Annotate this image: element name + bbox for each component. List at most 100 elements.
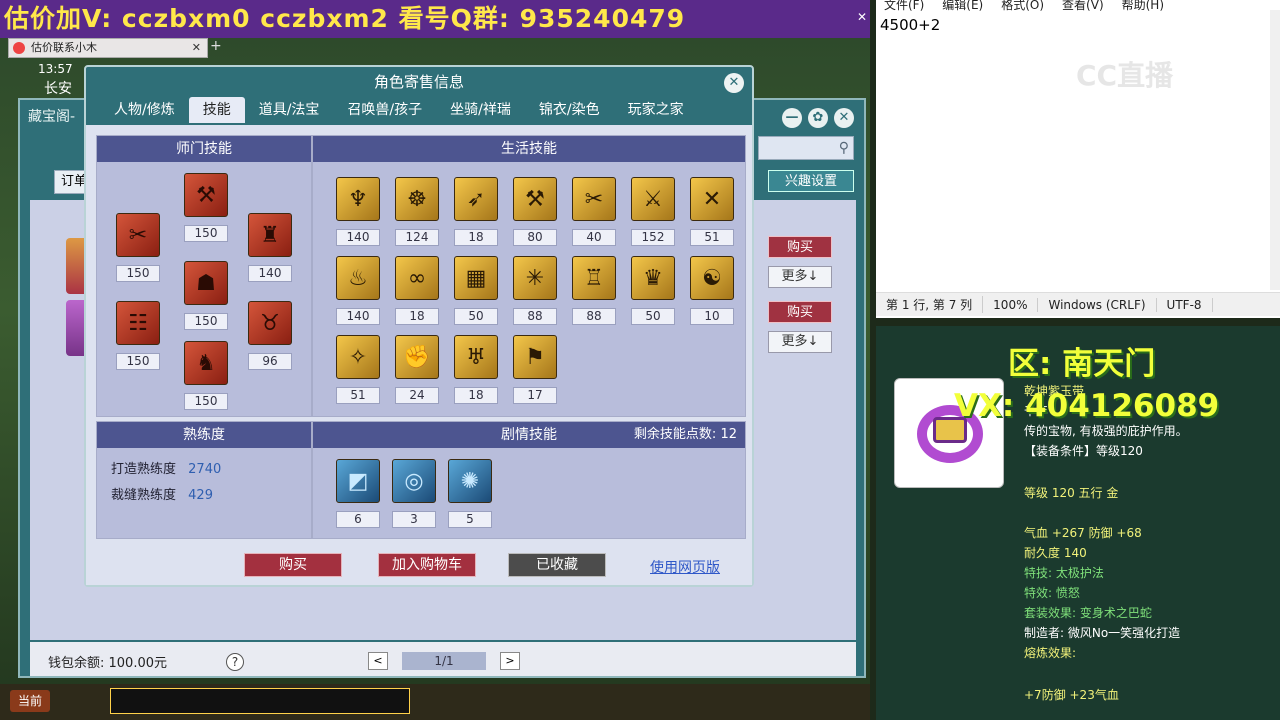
life-skill-level: 24 [395, 387, 439, 404]
tailor-row: 裁缝熟练度 429 [111, 484, 213, 503]
life-skill-icon[interactable]: ⚒ [513, 177, 557, 221]
tab-mounts[interactable]: 坐骑/祥瑞 [436, 97, 525, 123]
life-skill-icon[interactable]: ♛ [631, 256, 675, 300]
sect-skill-level: 150 [184, 313, 228, 330]
new-tab-button[interactable]: + [210, 38, 226, 58]
life-skill-level: 140 [336, 308, 380, 325]
browser-tab-title: 估价联系小木 [31, 41, 97, 54]
sect-skill-icon[interactable]: ♉ [248, 301, 292, 345]
tab-home[interactable]: 玩家之家 [614, 97, 698, 123]
sect-skill-level: 150 [184, 225, 228, 242]
dialog-close-button[interactable]: ✕ [724, 73, 744, 93]
encoding: UTF-8 [1157, 297, 1213, 312]
item-smelt-value: +7防御 +23气血 [1024, 688, 1119, 702]
search-input[interactable]: ⚲ [758, 136, 854, 160]
menu-help[interactable]: 帮助(H) [1122, 0, 1164, 12]
item-maker: 制造者: 微风No一笑强化打造 [1024, 626, 1181, 640]
sect-skill-level: 150 [116, 265, 160, 282]
life-skill-icon[interactable]: ✂ [572, 177, 616, 221]
scrollbar[interactable] [1270, 10, 1280, 290]
menu-edit[interactable]: 编辑(E) [942, 0, 983, 12]
window-controls: — ✿ ✕ [776, 106, 854, 128]
sect-skill-icon[interactable]: ♜ [248, 213, 292, 257]
current-channel-button[interactable]: 当前 [10, 690, 50, 712]
life-skill-icon[interactable]: ✳ [513, 256, 557, 300]
banner-close-icon[interactable]: ✕ [855, 10, 869, 24]
life-skill-icon[interactable]: ☸ [395, 177, 439, 221]
sect-skills-heading: 师门技能 [97, 136, 311, 162]
tailor-value: 429 [188, 488, 213, 503]
sect-skill-icon[interactable]: ♞ [184, 341, 228, 385]
life-skill-icon[interactable]: ✧ [336, 335, 380, 379]
story-skill-level: 3 [392, 511, 436, 528]
item-smelt-label: 熔炼效果: [1024, 646, 1077, 660]
life-skill-icon[interactable]: ▦ [454, 256, 498, 300]
story-skill-icon[interactable]: ✺ [448, 459, 492, 503]
life-skill-icon[interactable]: ⚑ [513, 335, 557, 379]
sect-skill-icon[interactable]: ☗ [184, 261, 228, 305]
buy-button[interactable]: 购买 [768, 301, 832, 323]
server-zone-overlay: 区: 南天门 [1008, 346, 1156, 382]
life-skill-level: 18 [395, 308, 439, 325]
life-skill-level: 18 [454, 229, 498, 246]
sect-skill-level: 150 [184, 393, 228, 410]
window-title: 藏宝阁- [28, 109, 76, 125]
menu-file[interactable]: 文件(F) [884, 0, 924, 12]
life-skill-level: 88 [572, 308, 616, 325]
tab-outfits[interactable]: 锦衣/染色 [525, 97, 614, 123]
life-skill-level: 50 [454, 308, 498, 325]
favorited-button[interactable]: 已收藏 [508, 553, 606, 577]
menu-format[interactable]: 格式(O) [1001, 0, 1044, 12]
search-icon[interactable]: ⚲ [839, 140, 849, 156]
life-skill-level: 50 [631, 308, 675, 325]
life-skill-icon[interactable]: ✊ [395, 335, 439, 379]
life-skill-icon[interactable]: ♅ [454, 335, 498, 379]
story-skill-icon[interactable]: ◩ [336, 459, 380, 503]
tailor-label: 裁缝熟练度 [111, 488, 177, 503]
item-desc-2: 传的宝物, 有极强的庇护作用。 [1024, 424, 1188, 438]
life-skill-icon[interactable]: ☯ [690, 256, 734, 300]
dialog-title: 角色寄售信息 [373, 73, 464, 91]
next-page-button[interactable]: > [500, 652, 520, 670]
life-skill-icon[interactable]: ♆ [336, 177, 380, 221]
interest-settings-button[interactable]: 兴趣设置 [768, 170, 854, 192]
item-effect: 特效: 愤怒 [1024, 586, 1080, 600]
life-skill-icon[interactable]: ✕ [690, 177, 734, 221]
tab-skills[interactable]: 技能 [188, 97, 245, 123]
life-skill-icon[interactable]: ⚔ [631, 177, 675, 221]
chat-input[interactable] [110, 688, 410, 714]
life-skill-icon[interactable]: ♨ [336, 256, 380, 300]
tab-character[interactable]: 人物/修炼 [100, 97, 189, 123]
sect-skill-level: 140 [248, 265, 292, 282]
life-skill-icon[interactable]: ∞ [395, 256, 439, 300]
notepad-text-area[interactable]: 4500+2 [880, 16, 940, 34]
life-skill-level: 152 [631, 229, 675, 246]
sect-skill-icon[interactable]: ☷ [116, 301, 160, 345]
minimize-button[interactable]: — [782, 108, 802, 128]
life-skill-icon[interactable]: ➶ [454, 177, 498, 221]
item-set-effect: 套装效果: 变身术之巴蛇 [1024, 606, 1152, 620]
tab-pets[interactable]: 召唤兽/孩子 [333, 97, 436, 123]
buy-button[interactable]: 购买 [768, 236, 832, 258]
add-to-cart-button[interactable]: 加入购物车 [378, 553, 476, 577]
watermark-logo: CC直播 [1076, 59, 1174, 92]
prev-page-button[interactable]: < [368, 652, 388, 670]
life-skill-level: 124 [395, 229, 439, 246]
game-clock: 13:57 [38, 62, 73, 76]
more-button[interactable]: 更多↓ [768, 266, 832, 288]
more-button[interactable]: 更多↓ [768, 331, 832, 353]
menu-view[interactable]: 查看(V) [1062, 0, 1104, 12]
sect-skill-icon[interactable]: ⚒ [184, 173, 228, 217]
story-skills-heading: 剧情技能 剩余技能点数: 12 [313, 422, 745, 448]
tab-items[interactable]: 道具/法宝 [245, 97, 334, 123]
settings-button[interactable]: ✿ [808, 108, 828, 128]
close-button[interactable]: ✕ [834, 108, 854, 128]
browser-tab[interactable]: 估价联系小木 ✕ [8, 38, 208, 58]
story-skill-icon[interactable]: ◎ [392, 459, 436, 503]
tab-close-icon[interactable]: ✕ [192, 39, 201, 57]
buy-button[interactable]: 购买 [244, 553, 342, 577]
sect-skill-icon[interactable]: ✂ [116, 213, 160, 257]
help-icon[interactable]: ? [226, 653, 244, 671]
life-skill-icon[interactable]: ♖ [572, 256, 616, 300]
use-web-version-link[interactable]: 使用网页版 [650, 557, 720, 577]
